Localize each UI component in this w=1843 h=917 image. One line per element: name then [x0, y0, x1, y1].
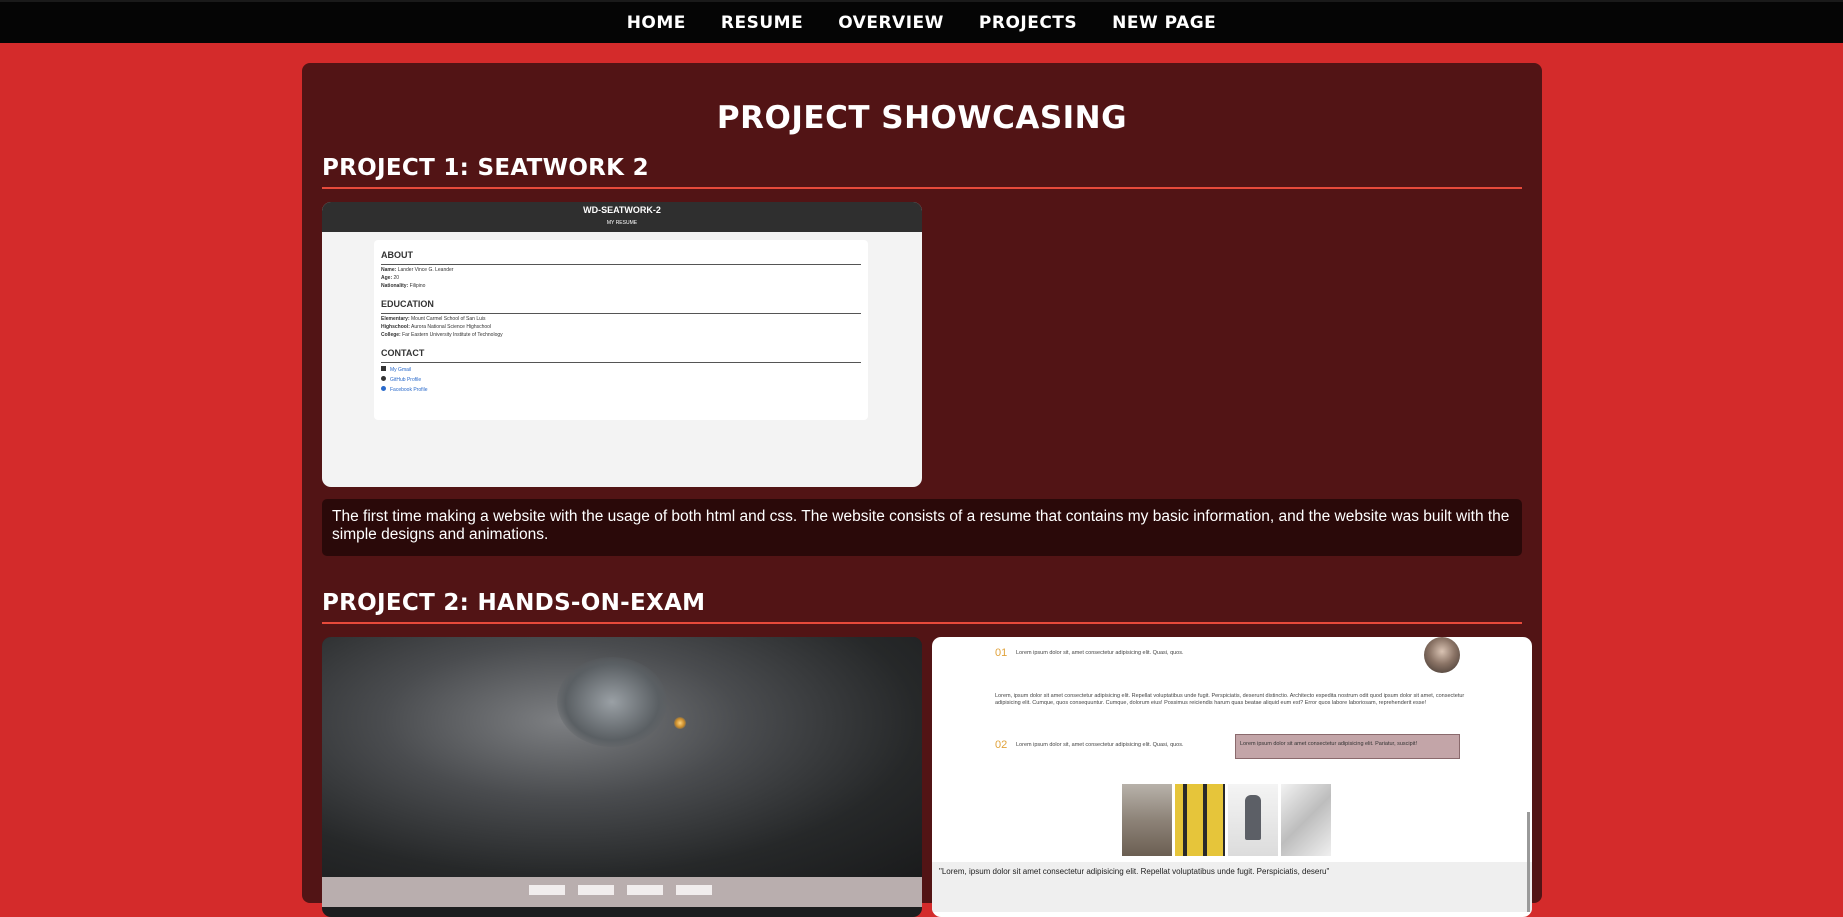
preview-contact-heading: CONTACT: [381, 348, 861, 363]
artwork-nav-button: [676, 885, 712, 895]
nav-new-page-link[interactable]: NEW PAGE: [1112, 13, 1216, 33]
preview-title: WD-SEATWORK-2: [583, 205, 661, 215]
top-navbar: HOME RESUME OVERVIEW PROJECTS NEW PAGE: [0, 0, 1843, 43]
facebook-icon: [381, 386, 386, 391]
preview-about-heading: ABOUT: [381, 250, 861, 265]
artwork-nav-button: [578, 885, 614, 895]
github-icon: [381, 376, 386, 381]
nav-projects-link[interactable]: PROJECTS: [979, 13, 1077, 33]
preview-education-row: Elementary: Mount Carmel School of San L…: [381, 316, 486, 322]
preview-highlight-box: Lorem ipsum dolor sit amet consectetur a…: [1235, 734, 1460, 759]
artwork-cigarette-glow: [674, 717, 686, 729]
artwork-face-highlight: [557, 657, 667, 747]
man-figure: [1245, 795, 1261, 840]
project-1-heading: PROJECT 1: SEATWORK 2: [322, 155, 1522, 189]
preview-about-row: Name: Lander Vince G. Leander: [381, 267, 454, 273]
white-sculpture-thumbnail: [1281, 784, 1331, 856]
preview-line-2: Lorem ipsum dolor sit, amet consectetur …: [1016, 742, 1184, 748]
preview-facebook-link: Facebook Profile: [381, 386, 861, 393]
project-2-heading: PROJECT 2: HANDS-ON-EXAM: [322, 590, 1522, 624]
project-1-description: The first time making a website with the…: [322, 499, 1522, 556]
projects-panel: PROJECT SHOWCASING PROJECT 1: SEATWORK 2…: [302, 63, 1542, 917]
page-title: PROJECT SHOWCASING: [716, 100, 1128, 136]
project-2-screenshot-art: [322, 637, 922, 917]
preview-about-row: Age: 20: [381, 275, 400, 281]
preview-quote-text: "Lorem, ipsum dolor sit amet consectetur…: [939, 867, 1330, 876]
preview-education-heading: EDUCATION: [381, 299, 861, 314]
stairs-thumbnail: [1122, 784, 1172, 856]
artwork-nav-button: [627, 885, 663, 895]
artwork-nav-button: [529, 885, 565, 895]
preview-education-row: Highschool: Aurora National Science High…: [381, 324, 492, 330]
nav-home-link[interactable]: HOME: [627, 13, 686, 33]
avatar: [1424, 637, 1460, 673]
preview-education-row: College: Far Eastern University Institut…: [381, 332, 503, 338]
preview-line-1: Lorem ipsum dolor sit, amet consectetur …: [1016, 650, 1184, 656]
artwork-button-bar: [322, 877, 922, 907]
preview-resume-card: ABOUT Name: Lander Vince G. Leander Age:…: [374, 240, 868, 420]
preview-scrollbar[interactable]: [1527, 812, 1530, 912]
preview-about-row: Nationality: Filipino: [381, 283, 426, 289]
project-1-screenshot: WD-SEATWORK-2 MY RESUME ABOUT Name: Land…: [322, 202, 922, 487]
preview-github-link: GitHub Profile: [381, 376, 861, 383]
preview-num-01: 01: [995, 647, 1008, 659]
nav-overview-link[interactable]: OVERVIEW: [838, 13, 944, 33]
preview-header: WD-SEATWORK-2 MY RESUME: [322, 202, 922, 232]
preview-gmail-link: My Gmail: [381, 366, 861, 373]
nav-resume-link[interactable]: RESUME: [721, 13, 803, 33]
mail-icon: [381, 366, 386, 371]
project-2-screenshot-page: 01 Lorem ipsum dolor sit, amet consectet…: [932, 637, 1532, 917]
yellow-art-thumbnail: [1175, 784, 1225, 856]
preview-paragraph: Lorem, ipsum dolor sit amet consectetur …: [995, 693, 1465, 706]
preview-subtitle: MY RESUME: [606, 220, 638, 226]
preview-num-02: 02: [995, 739, 1008, 751]
